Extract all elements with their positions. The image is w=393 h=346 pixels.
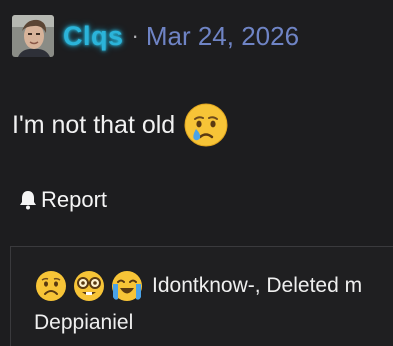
avatar[interactable] <box>12 15 54 57</box>
username[interactable]: Clqs <box>63 21 124 52</box>
nerd-face-emoji-icon <box>74 271 104 301</box>
reactions-summary: Idontknow-, Deleted m <box>34 269 362 303</box>
loudly-crying-face-emoji-icon <box>112 271 142 301</box>
message-text-row: I'm not that old <box>12 100 229 150</box>
message-text: I'm not that old <box>12 110 176 139</box>
post-date[interactable]: Mar 24, 2026 <box>146 21 299 52</box>
post: Clqs · Mar 24, 2026 I'm not that old Rep… <box>0 0 393 346</box>
report-label: Report <box>41 187 108 212</box>
reaction-names-continued: Deppianiel <box>34 311 134 334</box>
report-button[interactable]: Report <box>17 185 107 215</box>
separator-dot: · <box>131 23 139 48</box>
reaction-names: Idontknow-, Deleted m <box>152 274 363 297</box>
reactions-bar[interactable]: Idontknow-, Deleted m Deppianiel <box>10 246 393 346</box>
bell-icon <box>20 191 36 210</box>
post-header: Clqs · Mar 24, 2026 <box>12 12 299 60</box>
sad-face-emoji-icon <box>36 271 66 301</box>
crying-face-emoji-icon <box>184 103 228 147</box>
